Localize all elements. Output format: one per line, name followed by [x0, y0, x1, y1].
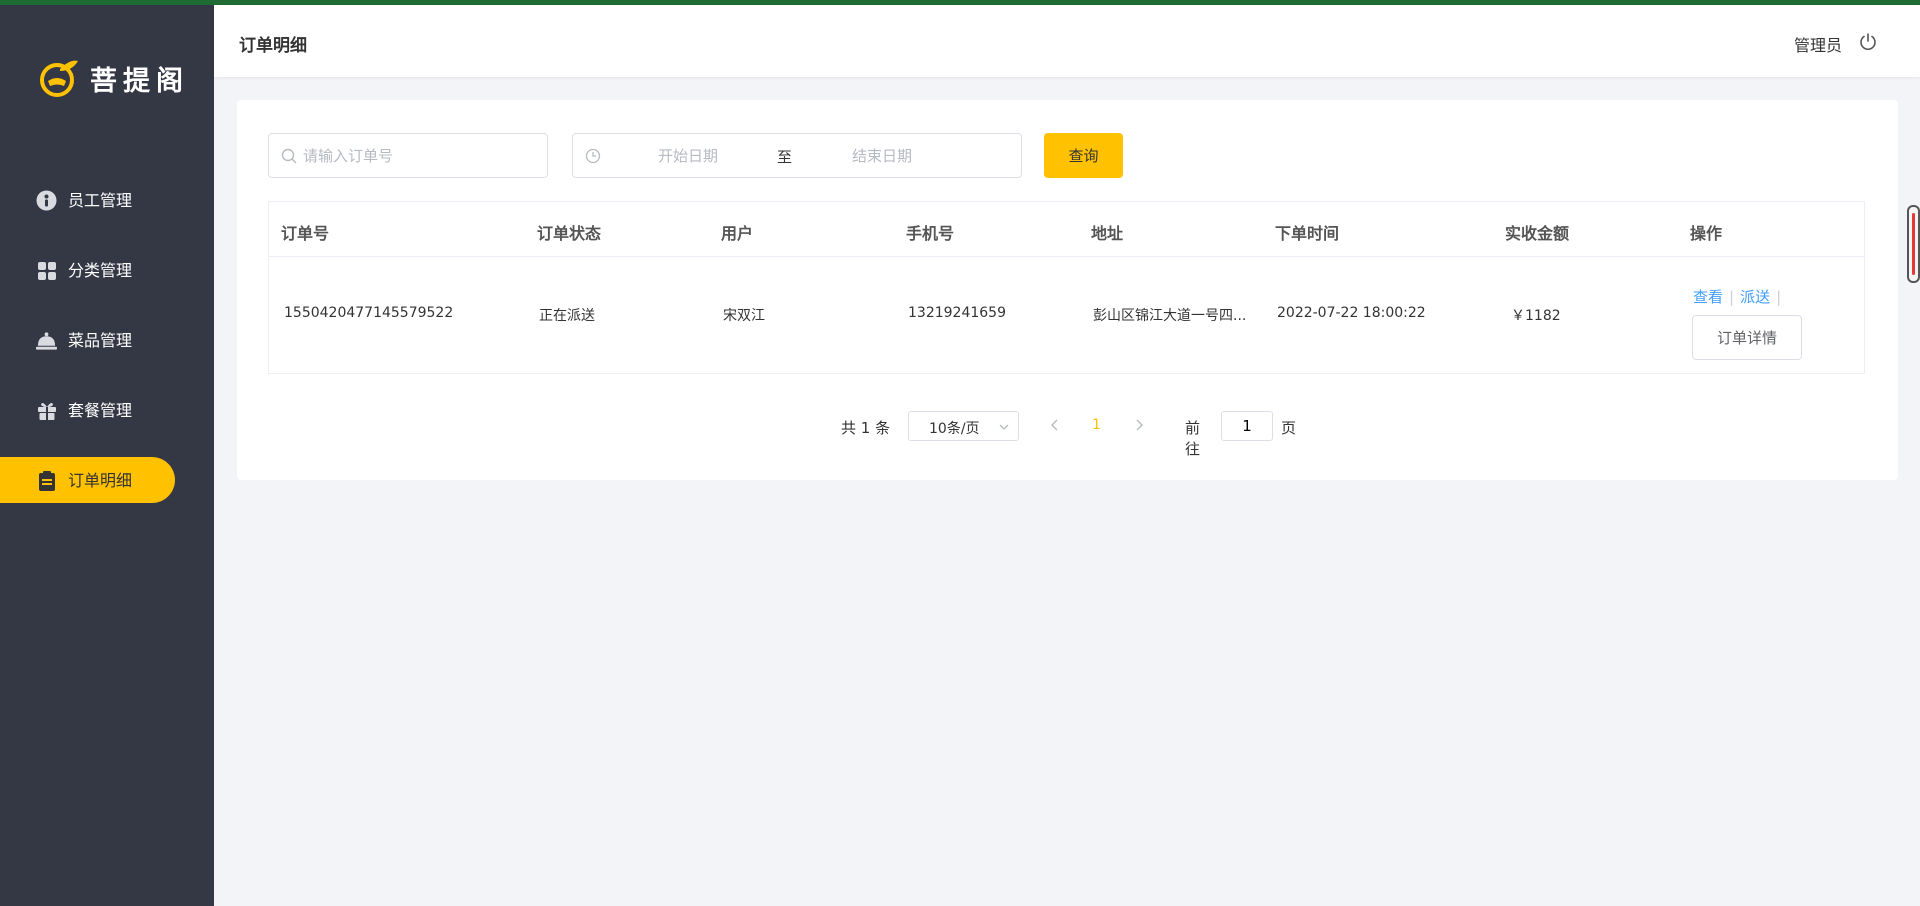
top-header: 订单明细 管理员	[214, 5, 1920, 77]
page-number[interactable]: 1	[1092, 417, 1101, 433]
column-header-order-no: 订单号	[281, 224, 330, 243]
column-header-amount: 实收金额	[1505, 224, 1570, 243]
sidebar-item-orders[interactable]: 订单明细	[0, 457, 175, 503]
scrollbar-thumb[interactable]	[1912, 213, 1915, 275]
column-header-order-time: 下单时间	[1275, 224, 1340, 243]
column-header-actions: 操作	[1690, 224, 1723, 243]
order-search-box[interactable]	[268, 133, 548, 178]
column-header-user: 用户	[721, 224, 754, 243]
clock-icon	[585, 148, 601, 164]
dish-cloche-icon	[36, 330, 57, 351]
power-icon[interactable]	[1858, 32, 1878, 52]
sidebar-item-label: 套餐管理	[68, 401, 133, 420]
goto-page-input[interactable]	[1221, 411, 1273, 441]
sidebar-item-employee[interactable]: 员工管理	[0, 177, 214, 223]
sidebar-item-label: 员工管理	[68, 191, 133, 210]
cell-amount: ￥1182	[1511, 308, 1561, 324]
dispatch-link[interactable]: 派送	[1740, 288, 1770, 306]
column-header-address: 地址	[1091, 224, 1124, 243]
page-unit-label: 页	[1281, 419, 1297, 437]
user-name[interactable]: 管理员	[1794, 32, 1842, 56]
next-page-icon[interactable]	[1132, 418, 1146, 432]
total-count: 共 1 条	[841, 419, 891, 437]
end-date-input[interactable]	[817, 144, 947, 168]
order-number-input[interactable]	[303, 144, 533, 168]
sidebar: 菩提阁 员工管理 分类管理 菜品管理 套餐管理 订单明细	[0, 5, 214, 906]
cell-address: 彭山区锦江大道一号四...	[1093, 308, 1247, 324]
sidebar-item-category[interactable]: 分类管理	[0, 247, 214, 293]
sidebar-item-dish[interactable]: 菜品管理	[0, 317, 214, 363]
gift-icon	[36, 400, 57, 421]
cell-user: 宋双江	[723, 308, 765, 324]
employee-icon	[36, 190, 57, 211]
page-size-value: 10条/页	[929, 421, 980, 437]
view-link[interactable]: 查看	[1693, 288, 1723, 306]
row-action-links: 查看 | 派送 |	[1693, 286, 1787, 307]
order-detail-button[interactable]: 订单详情	[1692, 315, 1802, 360]
start-date-input[interactable]	[623, 144, 753, 168]
orders-card: 至 查询 订单号 订单状态 用户 手机号 地址 下单时间 实收金额 操作 155…	[237, 100, 1898, 480]
goto-label: 前往	[1185, 419, 1201, 458]
date-range-picker[interactable]: 至	[572, 133, 1022, 178]
sidebar-item-label: 订单明细	[68, 471, 133, 490]
cell-order-no: 1550420477145579522	[284, 305, 454, 321]
page-size-select[interactable]: 10条/页	[908, 411, 1019, 441]
sidebar-item-label: 分类管理	[68, 261, 133, 280]
table-row: 1550420477145579522 正在派送 宋双江 13219241659…	[269, 257, 1864, 374]
cell-order-time: 2022-07-22 18:00:22	[1277, 305, 1426, 321]
page-title: 订单明细	[239, 36, 307, 56]
link-divider: |	[1729, 288, 1735, 306]
column-header-status: 订单状态	[537, 224, 602, 243]
query-button[interactable]: 查询	[1044, 133, 1123, 178]
brand-logo[interactable]: 菩提阁	[38, 55, 189, 101]
category-grid-icon	[36, 260, 57, 281]
brand-name: 菩提阁	[90, 65, 189, 97]
link-divider: |	[1776, 288, 1782, 306]
logo-icon	[40, 60, 78, 97]
date-separator: 至	[777, 148, 793, 166]
chevron-down-icon	[999, 424, 1009, 430]
prev-page-icon[interactable]	[1048, 418, 1062, 432]
column-header-phone: 手机号	[906, 224, 955, 243]
search-icon	[281, 148, 297, 164]
cell-phone: 13219241659	[908, 305, 1006, 321]
sidebar-item-combo[interactable]: 套餐管理	[0, 387, 214, 433]
table-header: 订单号 订单状态 用户 手机号 地址 下单时间 实收金额 操作	[269, 202, 1864, 257]
orders-table: 订单号 订单状态 用户 手机号 地址 下单时间 实收金额 操作 15504204…	[268, 201, 1865, 374]
sidebar-item-label: 菜品管理	[68, 331, 133, 350]
clipboard-icon	[36, 470, 57, 491]
cell-status: 正在派送	[539, 308, 595, 324]
sidebar-nav: 员工管理 分类管理 菜品管理 套餐管理 订单明细	[0, 177, 214, 527]
scrollbar[interactable]	[1907, 205, 1920, 283]
